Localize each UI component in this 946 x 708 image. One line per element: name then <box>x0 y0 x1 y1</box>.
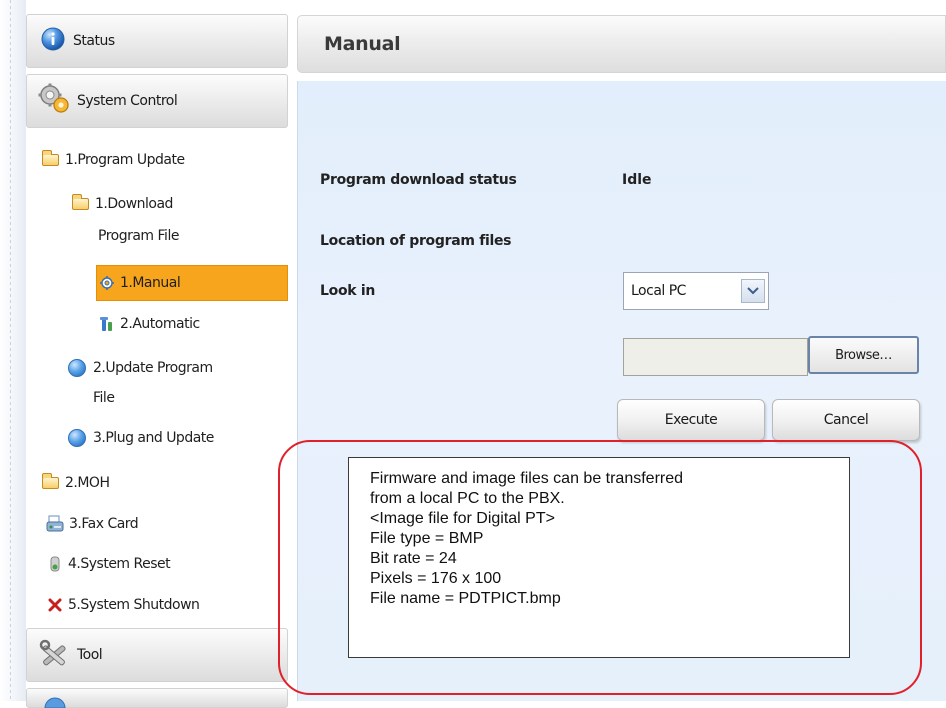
sidebar-item-automatic[interactable]: 2.Automatic <box>100 307 200 341</box>
sidebar-item-download[interactable]: 1.Download <box>71 187 173 221</box>
nav-next[interactable] <box>26 688 288 708</box>
note-line: Firmware and image files can be transfer… <box>370 470 684 487</box>
note-line: File name = PDTPICT.bmp <box>370 590 561 607</box>
globe-icon <box>43 696 67 708</box>
nav-system-control-label: System Control <box>77 93 178 109</box>
look-in-label: Look in <box>320 283 376 299</box>
note-box: Firmware and image files can be transfer… <box>348 457 850 658</box>
note-line: <Image file for Digital PT> <box>370 510 555 527</box>
sidebar-item-label: 1.Download <box>95 196 173 212</box>
tool-icon <box>37 639 71 671</box>
system-control-icon <box>37 83 71 119</box>
note-line: Pixels = 176 x 100 <box>370 570 502 587</box>
sidebar-item-label: Program File <box>98 228 179 244</box>
note-line: File type = BMP <box>370 530 484 547</box>
sidebar-item-system-shutdown[interactable]: 5.System Shutdown <box>48 588 200 622</box>
sidebar-item-label: 1.Manual <box>120 275 181 291</box>
sidebar-item-label: 4.System Reset <box>68 556 171 572</box>
dotted-divider <box>10 0 11 701</box>
sidebar-item-program-update[interactable]: 1.Program Update <box>41 143 185 177</box>
file-path-input[interactable] <box>623 338 808 376</box>
gear-icon <box>100 276 114 290</box>
sidebar-item-label: 2.MOH <box>65 475 110 491</box>
sidebar: Status System Control 1.Program Update 1… <box>26 0 288 708</box>
folder-icon <box>41 150 59 166</box>
sidebar-item-moh[interactable]: 2.MOH <box>41 466 110 500</box>
location-label: Location of program files <box>320 233 512 249</box>
tool-icon <box>100 316 114 332</box>
nav-system-control[interactable]: System Control <box>26 74 288 128</box>
sidebar-item-manual[interactable]: 1.Manual <box>100 266 181 300</box>
folder-icon <box>41 473 59 489</box>
note-line: Bit rate = 24 <box>370 550 457 567</box>
cancel-button[interactable]: Cancel <box>772 399 920 441</box>
browse-button[interactable]: Browse… <box>808 336 919 374</box>
sidebar-item-system-reset[interactable]: 4.System Reset <box>48 547 171 581</box>
shutdown-icon <box>48 598 62 612</box>
reset-icon <box>48 555 62 573</box>
execute-button[interactable]: Execute <box>617 399 765 441</box>
download-status-label: Program download status <box>320 172 517 188</box>
sidebar-item-download-cont[interactable]: Program File <box>98 219 179 253</box>
sidebar-item-label: 5.System Shutdown <box>68 597 200 613</box>
left-edge-strip <box>0 0 26 701</box>
globe-icon <box>68 429 86 447</box>
note-line: from a local PC to the PBX. <box>370 490 565 507</box>
sidebar-item-label: 3.Fax Card <box>69 516 139 532</box>
sidebar-item-label: 2.Automatic <box>120 316 200 332</box>
sidebar-item-fax-card[interactable]: 3.Fax Card <box>46 507 139 541</box>
nav-status-label: Status <box>73 33 115 49</box>
sidebar-item-update-program-cont[interactable]: File <box>93 381 115 415</box>
fax-icon <box>46 515 64 533</box>
sidebar-item-label: 1.Program Update <box>65 152 185 168</box>
look-in-select[interactable]: Local PC <box>623 272 769 310</box>
sidebar-item-label: 3.Plug and Update <box>93 430 214 446</box>
page-header: Manual <box>297 15 946 73</box>
info-icon <box>41 27 65 55</box>
sidebar-item-plug-and-update[interactable]: 3.Plug and Update <box>68 421 214 455</box>
nav-status[interactable]: Status <box>26 14 288 68</box>
sidebar-item-update-program[interactable]: 2.Update Program <box>68 351 213 385</box>
page-title: Manual <box>324 33 401 55</box>
globe-icon <box>68 359 86 377</box>
download-status-value: Idle <box>622 172 652 188</box>
nav-tool[interactable]: Tool <box>26 628 288 682</box>
folder-icon <box>71 194 89 210</box>
nav-tool-label: Tool <box>77 647 103 663</box>
look-in-value: Local PC <box>631 283 686 299</box>
sidebar-item-label: 2.Update Program <box>93 360 213 376</box>
chevron-down-icon[interactable] <box>741 279 765 303</box>
sidebar-item-label: File <box>93 390 115 406</box>
